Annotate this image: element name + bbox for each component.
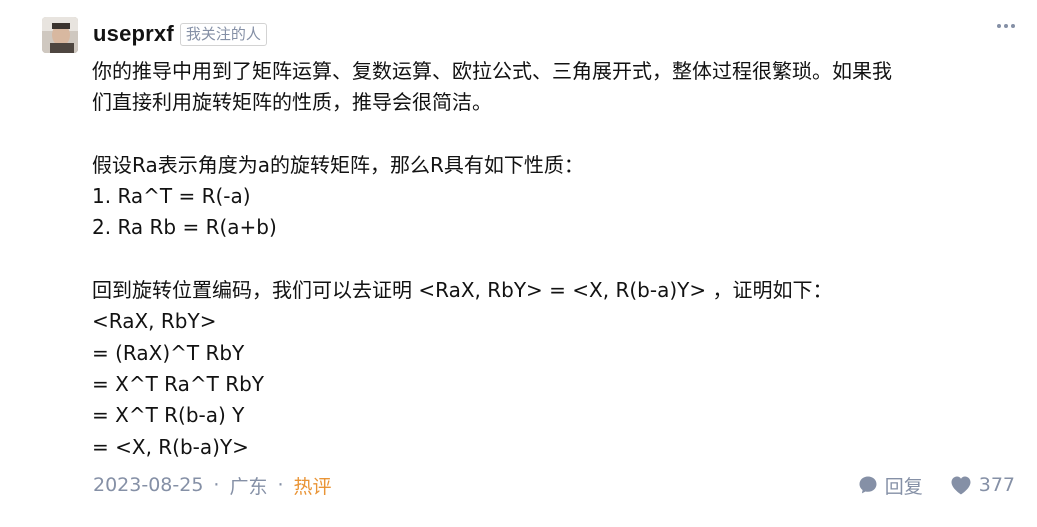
comment-line: = (RaX)^T RbY: [92, 340, 245, 365]
reply-bubble-icon: [859, 476, 877, 494]
comment-line: [92, 119, 1012, 150]
username-link[interactable]: useprxf: [93, 21, 174, 47]
following-badge: 我关注的人: [179, 22, 267, 46]
meta-separator: ·: [213, 474, 220, 496]
heart-icon: [951, 476, 971, 495]
comment-line: <RaX, RbY>: [92, 309, 217, 334]
meta-separator: ·: [277, 474, 284, 496]
comment-line: 回到旋转位置编码，我们可以去证明 <RaX, RbY> = <X, R(b-a)…: [92, 278, 833, 303]
comment-card: useprxf 我关注的人 你的推导中用到了矩阵运算、复数运算、欧拉公式、三角展…: [0, 0, 1037, 527]
comment-line: [92, 244, 1012, 275]
more-dot: [1004, 24, 1008, 28]
comment-line: 2. Ra Rb = R(a+b): [92, 215, 277, 240]
comment-line: 你的推导中用到了矩阵运算、复数运算、欧拉公式、三角展开式，整体过程很繁琐。如果我: [92, 59, 892, 83]
comment-actions: 回复 377: [857, 471, 1015, 499]
like-count: 377: [978, 474, 1015, 496]
like-button[interactable]: 377: [949, 474, 1015, 496]
hot-comment-tag: 热评: [293, 475, 332, 498]
comment-header: useprxf 我关注的人: [93, 19, 267, 49]
comment-line: = X^T Ra^T RbY: [92, 371, 265, 396]
comment-date: 2023-08-25: [93, 474, 204, 496]
comment-line: 们直接利用旋转矩阵的性质，推导会很简洁。: [92, 90, 492, 115]
comment-line: = X^T R(b-a) Y: [92, 403, 245, 428]
reply-button[interactable]: 回复: [857, 472, 923, 499]
comment-location: 广东: [229, 475, 268, 498]
avatar-image: [42, 17, 78, 53]
reply-label: 回复: [884, 475, 923, 498]
more-dot: [997, 24, 1001, 28]
comment-meta: 2023-08-25 · 广东 · 热评: [93, 471, 332, 499]
comment-line: = <X, R(b-a)Y>: [92, 434, 249, 459]
comment-body: 你的推导中用到了矩阵运算、复数运算、欧拉公式、三角展开式，整体过程很繁琐。如果我…: [92, 56, 1012, 463]
avatar[interactable]: [42, 17, 78, 53]
more-dots-icon[interactable]: [997, 24, 1015, 28]
comment-line: 1. Ra^T = R(-a): [92, 184, 251, 209]
comment-line: 假设Ra表示角度为a的旋转矩阵，那么R具有如下性质：: [92, 152, 584, 177]
more-dot: [1011, 24, 1015, 28]
